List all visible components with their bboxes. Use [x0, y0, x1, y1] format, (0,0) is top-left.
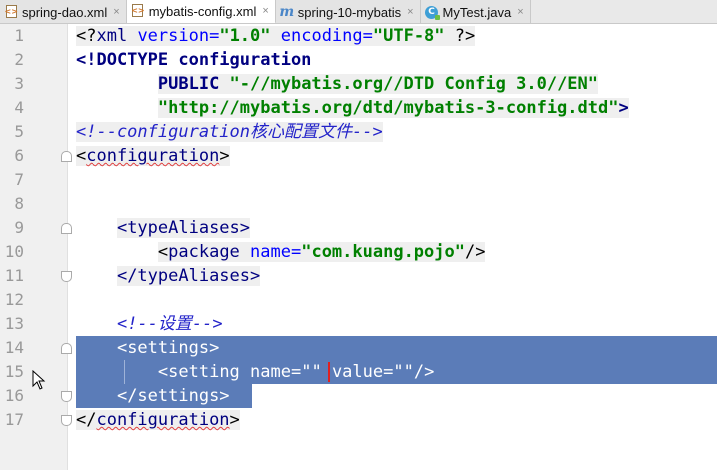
code-line-6: <configuration> — [76, 146, 230, 166]
java-class-icon: C — [425, 5, 441, 20]
line-number: 7 — [14, 170, 24, 189]
line-number: 14 — [4, 338, 24, 357]
line-number: 16 — [4, 386, 24, 405]
fold-toggle-icon[interactable] — [61, 415, 72, 426]
tab-label: spring-dao.xml — [22, 4, 108, 20]
code-line-15: <setting name="" value=""/> — [157, 362, 435, 382]
code-line-9: <typeAliases> — [116, 218, 251, 238]
line-number: 1 — [14, 26, 24, 45]
code-line-3: PUBLIC "-//mybatis.org//DTD Config 3.0//… — [157, 74, 599, 94]
mouse-pointer-icon — [32, 370, 46, 390]
code-line-16: </settings> — [116, 386, 230, 406]
line-number: 13 — [4, 314, 24, 333]
code-line-13: <!--设置--> — [116, 314, 223, 334]
line-number-gutter[interactable]: 1 2 3 4 5 6 7 8 9 10 11 12 13 14 15 16 1… — [0, 24, 72, 470]
text-caret — [328, 362, 330, 382]
line-number: 9 — [14, 218, 24, 237]
code-content[interactable]: <?xml version="1.0" encoding="UTF-8" ?> … — [76, 24, 717, 470]
code-line-10: <package name="com.kuang.pojo"/> — [157, 242, 486, 262]
line-number: 17 — [4, 410, 24, 429]
tab-label: spring-10-mybatis — [297, 4, 402, 20]
code-line-1: <?xml version="1.0" encoding="UTF-8" ?> — [76, 26, 476, 46]
close-icon[interactable]: × — [262, 5, 268, 17]
tab-mybatis-config-xml[interactable]: <> mybatis-config.xml × — [126, 0, 276, 23]
line-number: 6 — [14, 146, 24, 165]
code-line-11: </typeAliases> — [116, 266, 261, 286]
indent-guide — [124, 360, 125, 384]
line-number: 12 — [4, 290, 24, 309]
close-icon[interactable]: × — [407, 6, 413, 18]
code-line-5: <!--configuration核心配置文件--> — [76, 122, 383, 142]
xml-file-icon: <> — [131, 4, 145, 17]
line-number: 10 — [4, 242, 24, 261]
code-line-17: </configuration> — [76, 410, 240, 430]
code-line-4: "http://mybatis.org/dtd/mybatis-3-config… — [157, 98, 629, 118]
line-number: 11 — [4, 266, 24, 285]
line-number: 2 — [14, 50, 24, 69]
maven-module-icon: m — [279, 4, 295, 20]
code-editor[interactable]: 1 2 3 4 5 6 7 8 9 10 11 12 13 14 15 16 1… — [0, 24, 717, 470]
line-number: 5 — [14, 122, 24, 141]
line-number: 3 — [14, 74, 24, 93]
tab-mytest-java[interactable]: C MyTest.java × — [420, 0, 531, 23]
fold-toggle-icon[interactable] — [61, 271, 72, 282]
close-icon[interactable]: × — [113, 6, 119, 18]
fold-toggle-icon[interactable] — [61, 151, 72, 162]
fold-toggle-icon[interactable] — [61, 343, 72, 354]
code-line-2: <!DOCTYPE configuration — [76, 50, 312, 70]
fold-toggle-icon[interactable] — [61, 223, 72, 234]
line-number: 15 — [4, 362, 24, 381]
tab-label: MyTest.java — [442, 4, 512, 20]
close-icon[interactable]: × — [517, 6, 523, 18]
xml-file-icon: <> — [4, 5, 18, 18]
tab-spring-dao-xml[interactable]: <> spring-dao.xml × — [0, 0, 127, 23]
fold-toggle-icon[interactable] — [61, 391, 72, 402]
code-line-14: <settings> — [116, 338, 220, 358]
tab-spring-10-mybatis[interactable]: m spring-10-mybatis × — [275, 0, 421, 23]
tab-label: mybatis-config.xml — [148, 3, 257, 19]
line-number: 8 — [14, 194, 24, 213]
editor-tab-bar: <> spring-dao.xml × <> mybatis-config.xm… — [0, 0, 717, 24]
line-number: 4 — [14, 98, 24, 117]
